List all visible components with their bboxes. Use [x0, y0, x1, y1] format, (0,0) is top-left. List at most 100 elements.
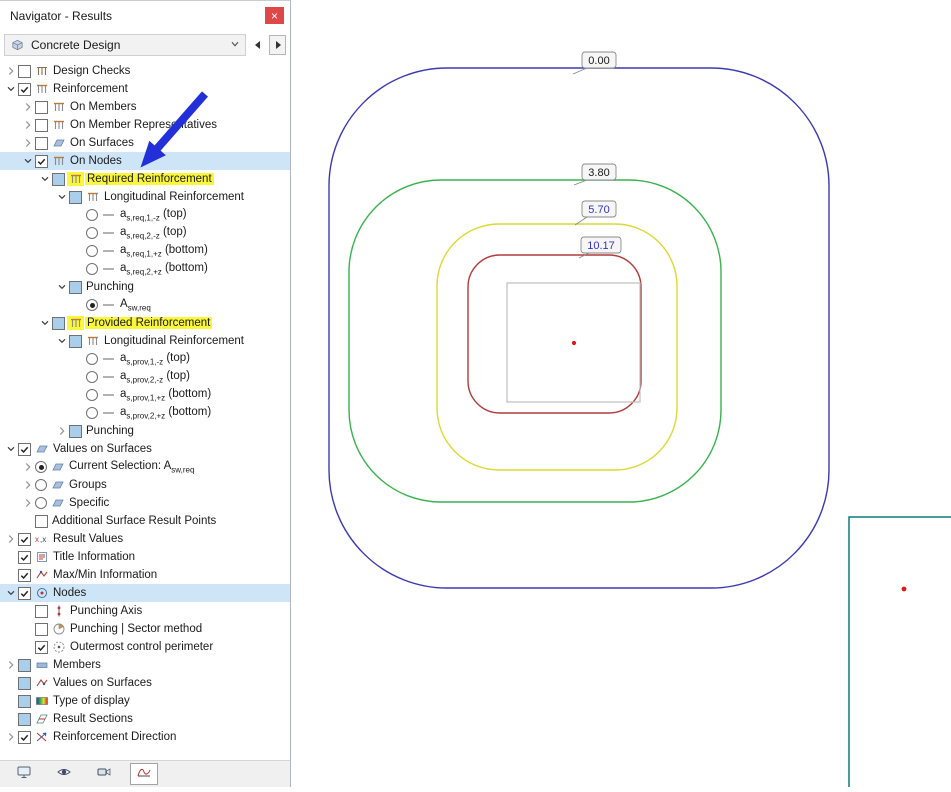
tree-item-values-on-surfaces[interactable]: Values on Surfaces [0, 674, 290, 692]
radio-button[interactable] [86, 209, 98, 221]
tree-item-as-req-2-z-top[interactable]: as,req,2,-z (top) [0, 224, 290, 242]
tree-item-as-prov-2-z-top[interactable]: as,prov,2,-z (top) [0, 368, 290, 386]
radio-button[interactable] [86, 227, 98, 239]
tree-item-specific[interactable]: Specific [0, 494, 290, 512]
tree-item-title-information[interactable]: Title Information [0, 548, 290, 566]
tree-item-as-prov-2-z-bottom[interactable]: as,prov,2,+z (bottom) [0, 404, 290, 422]
collapse-icon[interactable] [38, 316, 52, 330]
checkbox[interactable] [35, 605, 48, 618]
tree-item-punching[interactable]: Punching [0, 422, 290, 440]
tree-item-members[interactable]: Members [0, 656, 290, 674]
radio-button[interactable] [86, 389, 98, 401]
tree-item-punching-sector-method[interactable]: Punching | Sector method [0, 620, 290, 638]
expand-icon[interactable] [21, 460, 35, 474]
checkbox[interactable] [69, 191, 82, 204]
checkbox[interactable] [18, 731, 31, 744]
tree-item-on-members[interactable]: On Members [0, 98, 290, 116]
tree-item-reinforcement[interactable]: Reinforcement [0, 80, 290, 98]
tab-views[interactable] [50, 763, 78, 785]
expand-icon[interactable] [55, 424, 69, 438]
tree-item-as-req-1-z-top[interactable]: as,req,1,-z (top) [0, 206, 290, 224]
checkbox[interactable] [69, 425, 82, 438]
checkbox[interactable] [69, 281, 82, 294]
expand-icon[interactable] [21, 100, 35, 114]
radio-button[interactable] [35, 461, 47, 473]
expand-icon[interactable] [4, 658, 18, 672]
radio-button[interactable] [86, 263, 98, 275]
radio-button[interactable] [86, 299, 98, 311]
checkbox[interactable] [18, 65, 31, 78]
checkbox[interactable] [18, 587, 31, 600]
checkbox[interactable] [18, 713, 31, 726]
collapse-icon[interactable] [4, 82, 18, 96]
checkbox[interactable] [52, 317, 65, 330]
next-navigator-button[interactable] [269, 35, 286, 55]
tree-item-required-reinforcement[interactable]: Required Reinforcement [0, 170, 290, 188]
expand-icon[interactable] [4, 532, 18, 546]
tree-item-as-prov-1-z-bottom[interactable]: as,prov,1,+z (bottom) [0, 386, 290, 404]
tab-display[interactable] [10, 763, 38, 785]
collapse-icon[interactable] [55, 280, 69, 294]
checkbox[interactable] [35, 155, 48, 168]
tree-item-nodes[interactable]: Nodes [0, 584, 290, 602]
navigator-mode-select[interactable]: Concrete Design [4, 34, 246, 56]
collapse-icon[interactable] [21, 154, 35, 168]
checkbox[interactable] [69, 335, 82, 348]
checkbox[interactable] [35, 515, 48, 528]
tree-item-current-selection-asw-req[interactable]: Current Selection: Asw,req [0, 458, 290, 476]
checkbox[interactable] [18, 83, 31, 96]
expand-icon[interactable] [21, 136, 35, 150]
tree-item-as-req-2-z-bottom[interactable]: as,req,2,+z (bottom) [0, 260, 290, 278]
tree-item-result-sections[interactable]: Result Sections [0, 710, 290, 728]
tree-item-punching[interactable]: Punching [0, 278, 290, 296]
collapse-icon[interactable] [4, 442, 18, 456]
tree-item-longitudinal-reinforcement[interactable]: Longitudinal Reinforcement [0, 188, 290, 206]
tree-item-as-req-1-z-bottom[interactable]: as,req,1,+z (bottom) [0, 242, 290, 260]
radio-button[interactable] [35, 497, 47, 509]
expand-icon[interactable] [21, 478, 35, 492]
radio-button[interactable] [86, 353, 98, 365]
tree-item-outermost-control-perimeter[interactable]: Outermost control perimeter [0, 638, 290, 656]
collapse-icon[interactable] [38, 172, 52, 186]
expand-icon[interactable] [21, 118, 35, 132]
tree-item-design-checks[interactable]: Design Checks [0, 62, 290, 80]
panel-titlebar[interactable]: Navigator - Results × [0, 1, 290, 31]
checkbox[interactable] [18, 551, 31, 564]
checkbox[interactable] [35, 137, 48, 150]
tree-item-values-on-surfaces[interactable]: Values on Surfaces [0, 440, 290, 458]
checkbox[interactable] [35, 641, 48, 654]
tree-item-punching-axis[interactable]: Punching Axis [0, 602, 290, 620]
tree-item-on-surfaces[interactable]: On Surfaces [0, 134, 290, 152]
checkbox[interactable] [18, 533, 31, 546]
tab-results[interactable] [130, 763, 158, 785]
expand-icon[interactable] [4, 730, 18, 744]
tree-item-additional-surface-result-points[interactable]: Additional Surface Result Points [0, 512, 290, 530]
checkbox[interactable] [18, 677, 31, 690]
radio-button[interactable] [86, 371, 98, 383]
radio-button[interactable] [86, 245, 98, 257]
graphics-area[interactable]: 0.00 3.80 5.70 10.17 [291, 0, 951, 787]
collapse-icon[interactable] [55, 334, 69, 348]
checkbox[interactable] [52, 173, 65, 186]
close-button[interactable]: × [265, 7, 284, 24]
radio-button[interactable] [35, 479, 47, 491]
checkbox[interactable] [18, 659, 31, 672]
radio-button[interactable] [86, 407, 98, 419]
collapse-icon[interactable] [55, 190, 69, 204]
tree-item-type-of-display[interactable]: Type of display [0, 692, 290, 710]
tree-item-result-values[interactable]: x,xResult Values [0, 530, 290, 548]
tree-item-provided-reinforcement[interactable]: Provided Reinforcement [0, 314, 290, 332]
tree-item-longitudinal-reinforcement[interactable]: Longitudinal Reinforcement [0, 332, 290, 350]
tree-item-reinforcement-direction[interactable]: Reinforcement Direction [0, 728, 290, 746]
expand-icon[interactable] [4, 64, 18, 78]
tree-item-as-prov-1-z-top[interactable]: as,prov,1,-z (top) [0, 350, 290, 368]
checkbox[interactable] [35, 623, 48, 636]
tree-item-on-nodes[interactable]: On Nodes [0, 152, 290, 170]
tree-item-max-min-information[interactable]: Max/Min Information [0, 566, 290, 584]
tree-item-groups[interactable]: Groups [0, 476, 290, 494]
collapse-icon[interactable] [4, 586, 18, 600]
checkbox[interactable] [35, 119, 48, 132]
checkbox[interactable] [35, 101, 48, 114]
tree-item-asw-req[interactable]: Asw,req [0, 296, 290, 314]
checkbox[interactable] [18, 695, 31, 708]
